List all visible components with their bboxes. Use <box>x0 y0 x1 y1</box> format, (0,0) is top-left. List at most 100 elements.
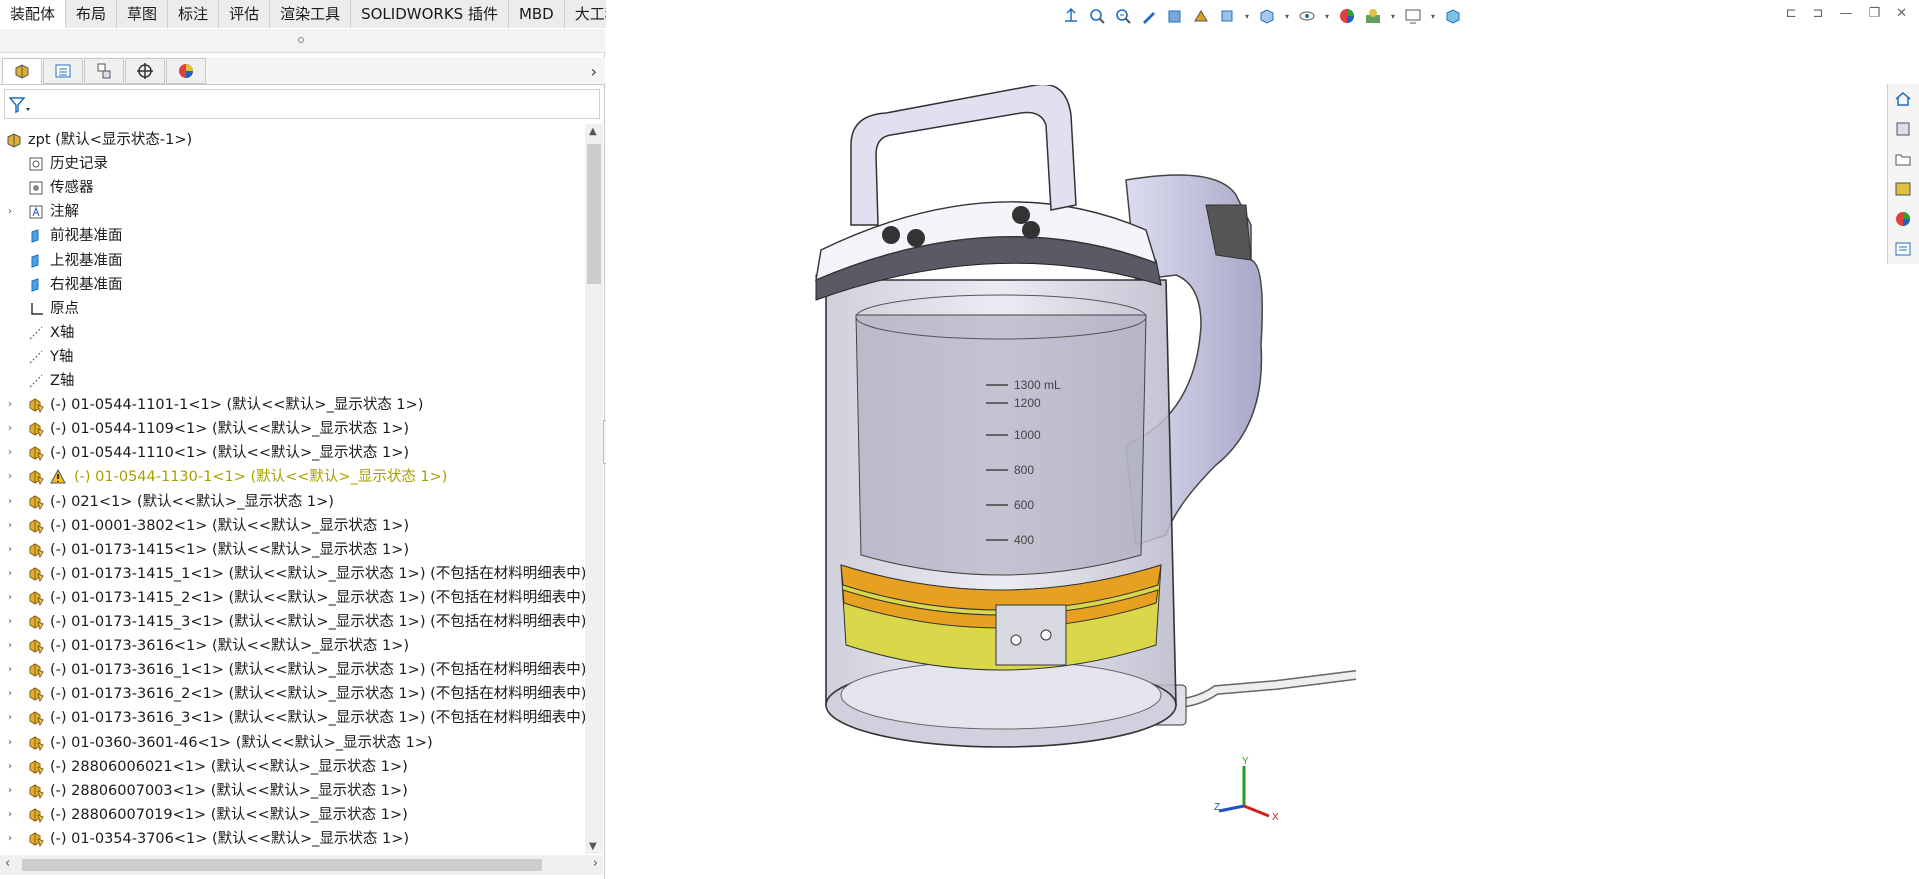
tree-item[interactable]: › (-) 01-0173-3616_2<1> (默认<<默认>_显示状态 1>)… <box>0 682 585 706</box>
expand-icon[interactable]: › <box>8 634 18 658</box>
expand-icon[interactable]: › <box>8 731 18 755</box>
tree-item[interactable]: › (-) 01-0362-1113<1> (默认<<默认>_显示状态 1>) <box>0 851 585 854</box>
dynamic-annotation-icon[interactable] <box>1190 5 1212 27</box>
tree-item[interactable]: zpt (默认<显示状态-1>) <box>0 128 585 152</box>
tree-item[interactable]: › (-) 01-0173-3616_3<1> (默认<<默认>_显示状态 1>)… <box>0 706 585 730</box>
tree-item[interactable]: › (-) 01-0173-1415<1> (默认<<默认>_显示状态 1>) <box>0 538 585 562</box>
restore-icon[interactable]: ❐ <box>1868 6 1880 21</box>
horizontal-scrollbar[interactable]: ‹ › <box>0 855 603 875</box>
featuremanager-icon[interactable] <box>2 58 42 84</box>
filter-field[interactable] <box>4 89 600 119</box>
edit-appearance-icon[interactable] <box>1336 5 1358 27</box>
tree-item[interactable]: › (-) 01-0173-1415_3<1> (默认<<默认>_显示状态 1>)… <box>0 610 585 634</box>
tile-left-icon[interactable]: ⊏ <box>1786 6 1797 21</box>
section-view-icon[interactable] <box>1164 5 1186 27</box>
expand-icon[interactable]: › <box>8 706 18 730</box>
expand-icon[interactable]: › <box>8 490 18 514</box>
expand-icon[interactable]: › <box>8 514 18 538</box>
dropdown-icon[interactable]: ▾ <box>1282 5 1292 27</box>
tab-3[interactable]: 标注 <box>168 0 220 28</box>
tree-item[interactable]: › (-) 01-0544-1109<1> (默认<<默认>_显示状态 1>) <box>0 417 585 441</box>
expand-icon[interactable]: › <box>8 200 18 224</box>
expand-icon[interactable]: › <box>8 803 18 827</box>
custom-properties-icon[interactable] <box>1888 234 1918 264</box>
tab-7[interactable]: MBD <box>508 0 565 28</box>
chevron-right-icon[interactable]: › <box>591 62 597 81</box>
tree-item[interactable]: › (-) 01-0173-1415_1<1> (默认<<默认>_显示状态 1>)… <box>0 562 585 586</box>
scroll-right-icon[interactable]: › <box>593 856 598 871</box>
tree-item[interactable]: X轴 <box>0 321 585 345</box>
graphics-area[interactable]: ▾ ▾ ▾ ▾ ▾ ⊏ ⊐ — ❐ ✕ 1300 mL 1200 1000 80… <box>606 0 1919 879</box>
hscroll-thumb[interactable] <box>22 859 542 871</box>
previous-view-icon[interactable] <box>1138 5 1160 27</box>
tree-item[interactable]: Y轴 <box>0 345 585 369</box>
expand-icon[interactable]: › <box>8 538 18 562</box>
tree-item[interactable]: › (-) 01-0173-1415_2<1> (默认<<默认>_显示状态 1>)… <box>0 586 585 610</box>
minimize-icon[interactable]: — <box>1839 6 1852 21</box>
tree-item[interactable]: › (-) 01-0173-3616<1> (默认<<默认>_显示状态 1>) <box>0 634 585 658</box>
tree-item[interactable]: › (-) 01-0360-3601-46<1> (默认<<默认>_显示状态 1>… <box>0 731 585 755</box>
expand-icon[interactable]: › <box>8 779 18 803</box>
scroll-up-icon[interactable]: ▲ <box>589 126 597 137</box>
apply-scene-icon[interactable] <box>1362 5 1384 27</box>
appearances-icon[interactable] <box>1888 204 1918 234</box>
propertymanager-icon[interactable] <box>43 58 83 84</box>
tree-item[interactable]: › (-) 021<1> (默认<<默认>_显示状态 1>) <box>0 490 585 514</box>
display-manager-icon[interactable] <box>166 58 206 84</box>
dropdown-icon[interactable]: ▾ <box>1388 5 1398 27</box>
tree-item[interactable]: 上视基准面 <box>0 249 585 273</box>
configurationmanager-icon[interactable] <box>84 58 124 84</box>
scroll-thumb[interactable] <box>587 144 601 284</box>
dropdown-icon[interactable]: ▾ <box>1322 5 1332 27</box>
tree-item[interactable]: › (-) 28806006021<1> (默认<<默认>_显示状态 1>) <box>0 755 585 779</box>
scroll-left-icon[interactable]: ‹ <box>5 856 10 871</box>
expand-icon[interactable]: › <box>8 441 18 465</box>
expand-icon[interactable]: › <box>8 682 18 706</box>
expand-icon[interactable]: › <box>8 586 18 610</box>
expand-icon[interactable]: › <box>8 851 18 854</box>
tree-item[interactable]: › (-) 28806007003<1> (默认<<默认>_显示状态 1>) <box>0 779 585 803</box>
zoom-area-icon[interactable] <box>1112 5 1134 27</box>
expand-icon[interactable]: › <box>8 393 18 417</box>
panel-splitter[interactable] <box>0 29 605 53</box>
tree-item[interactable]: › (-) 01-0544-1110<1> (默认<<默认>_显示状态 1>) <box>0 441 585 465</box>
kettle-model[interactable]: 1300 mL 1200 1000 800 600 400 <box>796 85 1356 785</box>
dropdown-icon[interactable]: ▾ <box>1428 5 1438 27</box>
tab-1[interactable]: 布局 <box>66 0 118 28</box>
expand-icon[interactable]: › <box>8 658 18 682</box>
expand-icon[interactable]: › <box>8 465 18 489</box>
tree-item[interactable]: 前视基准面 <box>0 224 585 248</box>
tab-2[interactable]: 草图 <box>117 0 169 28</box>
file-explorer-icon[interactable] <box>1888 144 1918 174</box>
dropdown-icon[interactable]: ▾ <box>1242 5 1252 27</box>
hide-show-icon[interactable] <box>1296 5 1318 27</box>
tab-4[interactable]: 评估 <box>219 0 271 28</box>
tab-6[interactable]: SOLIDWORKS 插件 <box>351 0 509 28</box>
expand-icon[interactable]: › <box>8 562 18 586</box>
expand-icon[interactable]: › <box>8 755 18 779</box>
dimxpert-icon[interactable] <box>125 58 165 84</box>
3d-view-icon[interactable] <box>1442 5 1464 27</box>
zoom-to-fit-icon[interactable] <box>1086 5 1108 27</box>
standard-views-icon[interactable] <box>1060 5 1082 27</box>
tree-item[interactable]: › (-) 28806007019<1> (默认<<默认>_显示状态 1>) <box>0 803 585 827</box>
tree-item[interactable]: › (-) 01-0001-3802<1> (默认<<默认>_显示状态 1>) <box>0 514 585 538</box>
home-icon[interactable] <box>1888 84 1918 114</box>
view-orientation-icon[interactable] <box>1216 5 1238 27</box>
expand-icon[interactable]: › <box>8 417 18 441</box>
tree-item[interactable]: 右视基准面 <box>0 273 585 297</box>
view-settings-icon[interactable] <box>1402 5 1424 27</box>
tab-0[interactable]: 装配体 <box>0 0 67 28</box>
tree-item[interactable]: › (-) 01-0173-3616_1<1> (默认<<默认>_显示状态 1>)… <box>0 658 585 682</box>
tree-item[interactable]: 历史记录 <box>0 152 585 176</box>
close-icon[interactable]: ✕ <box>1896 6 1907 21</box>
tree-item[interactable]: › (-) 01-0354-3706<1> (默认<<默认>_显示状态 1>) <box>0 827 585 851</box>
tree-item[interactable]: Z轴 <box>0 369 585 393</box>
display-style-icon[interactable] <box>1256 5 1278 27</box>
expand-icon[interactable]: › <box>8 610 18 634</box>
tile-right-icon[interactable]: ⊐ <box>1813 6 1824 21</box>
expand-icon[interactable]: › <box>8 827 18 851</box>
view-palette-icon[interactable] <box>1888 174 1918 204</box>
tree-item[interactable]: › 注解 <box>0 200 585 224</box>
tree-item[interactable]: › (-) 01-0544-1101-1<1> (默认<<默认>_显示状态 1>) <box>0 393 585 417</box>
